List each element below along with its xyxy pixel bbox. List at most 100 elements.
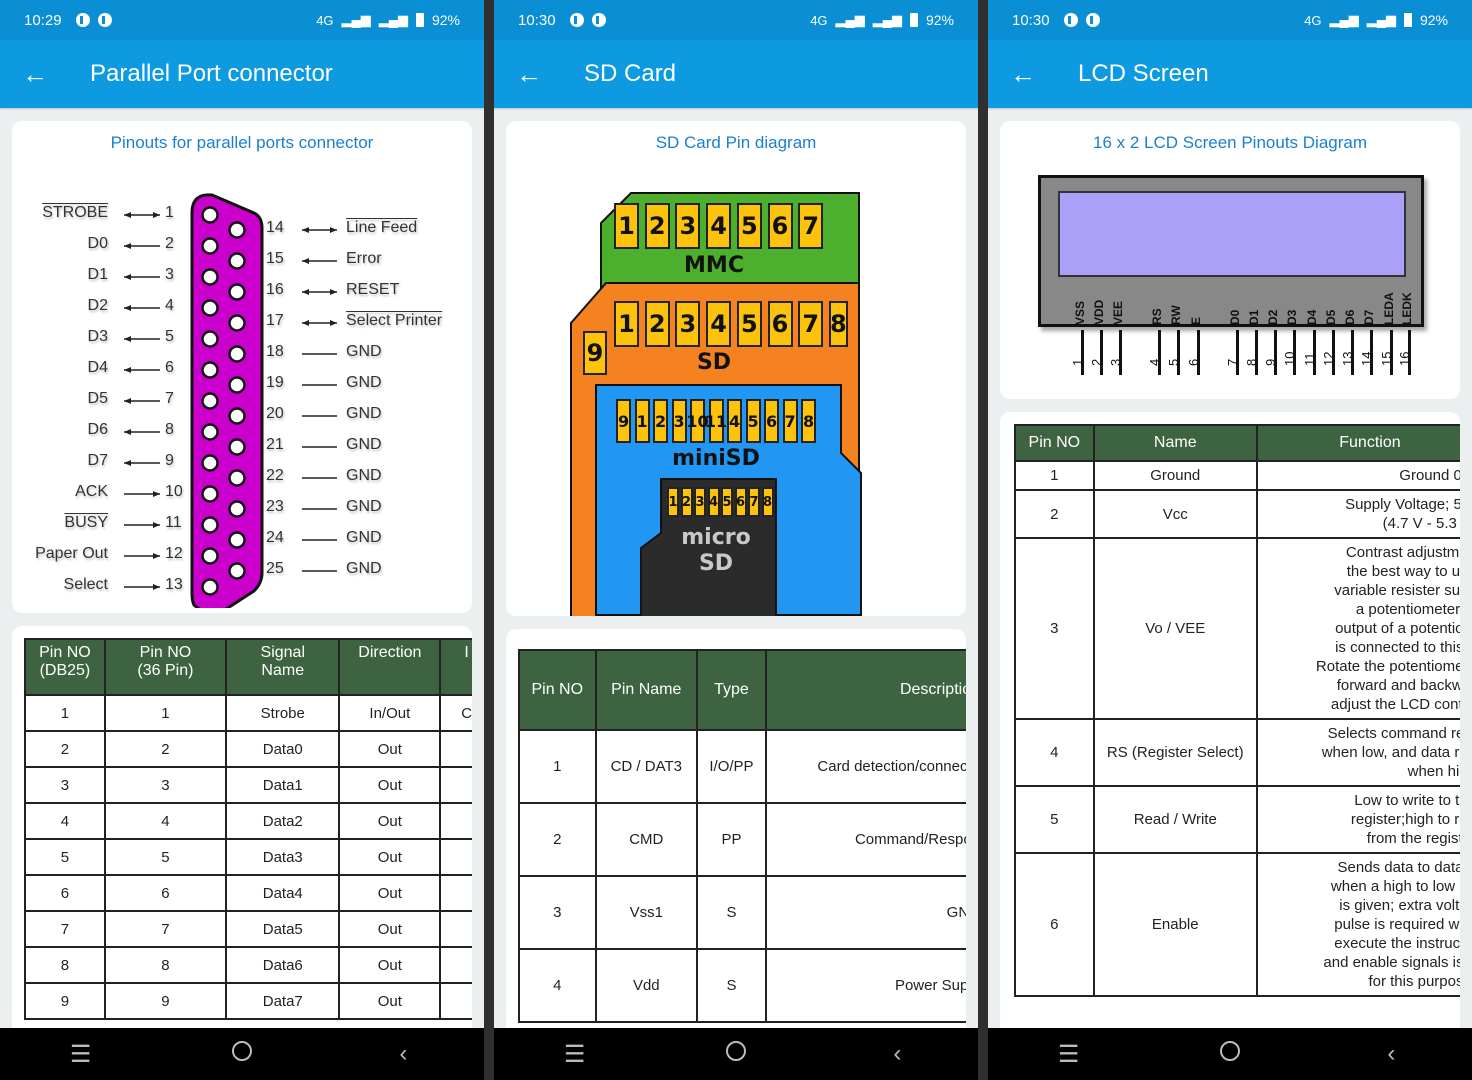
arrow-head: [124, 429, 131, 435]
table-cell: 5: [103, 838, 228, 876]
sd-pin: 7: [798, 203, 824, 249]
lcd-pin-label: VEE: [1111, 300, 1125, 325]
lcd-pin-leg: [1197, 330, 1200, 375]
notification-icon: [97, 13, 112, 27]
column-header: I: [439, 638, 472, 696]
arrow-head: [124, 212, 131, 218]
table-cell: 6: [103, 874, 228, 912]
back-icon[interactable]: ‹: [373, 1040, 433, 1068]
back-arrow-icon[interactable]: ←: [516, 61, 556, 87]
table-cell: Selects command regi when low, and data …: [1255, 718, 1460, 787]
pin-signal-label: GND: [346, 467, 382, 484]
table-cell: Strobe: [225, 694, 341, 732]
mmc-label: MMC: [684, 253, 744, 278]
phone-sd-card: 10:30 4G ▂▄▆ ▂▄▆ 92% ← SD Card SD Card P…: [494, 0, 978, 1080]
lcd-pin-number: 14: [1359, 351, 1374, 366]
diagram-card: SD Card Pin diagram 12345671234567899123…: [506, 121, 966, 616]
divider: [978, 0, 988, 1080]
home-button[interactable]: [1200, 1040, 1260, 1068]
sd-pin: 3: [675, 301, 701, 347]
status-bar: 10:29 4G ▂▄▆ ▂▄▆ 92%: [0, 0, 484, 40]
table-cell: C: [439, 694, 472, 732]
microsd-label-line2: SD: [698, 551, 734, 576]
battery-icon: [415, 13, 424, 27]
lcd-pin-leg: [1158, 330, 1161, 375]
table-header-row: Pin NOPin NameTypeDescription: [518, 649, 966, 731]
table-cell: [439, 838, 472, 876]
lcd-pin-number: 15: [1379, 351, 1394, 366]
pin-hole: [201, 454, 219, 472]
table-cell: 2: [518, 802, 597, 877]
column-header: Pin Name: [594, 649, 699, 731]
signal-icon: ▂▄▆: [835, 12, 865, 27]
table-cell: 2: [24, 730, 106, 768]
table-cell: 3: [24, 766, 106, 804]
notification-icon: [1063, 13, 1078, 27]
arrow-head: [302, 320, 309, 326]
lcd-pin-label: D3: [1285, 309, 1299, 325]
sd-pin: 4: [727, 399, 742, 443]
recents-icon[interactable]: ☰: [1039, 1040, 1099, 1069]
table-cell: S: [696, 948, 767, 1023]
lcd-pin-label: VSS: [1073, 300, 1087, 325]
lcd-pin-leg: [1236, 330, 1239, 375]
table-cell: Sends data to data p when a high to low …: [1255, 852, 1460, 997]
notification-icon: [591, 13, 606, 27]
pin-number: 21: [266, 436, 284, 453]
app-bar: ← SD Card: [494, 40, 978, 108]
lcd-diagram: VSS 1 VDD 2 VEE 3 RS 4 RW 5 E 6 D0 7 D1 8 D2 9 D3 10 D4 11 D5 1…: [1000, 153, 1460, 399]
parallel-port-diagram: STROBE 1 D0 2 D1 3 D2 4 D3 5 D4 6 D5 7 D6 8 D7 9 ACK 10 BUSY…: [12, 153, 472, 608]
arrow-head: [153, 522, 160, 528]
pin-hole: [201, 516, 219, 534]
lcd-pin-label: E: [1189, 316, 1203, 325]
pin-signal-label: Paper Out: [35, 545, 108, 562]
back-icon[interactable]: ‹: [1361, 1040, 1421, 1068]
signal-icon: ▂▄▆: [1366, 12, 1396, 27]
table-cell: 4: [103, 802, 228, 840]
back-arrow-icon[interactable]: ←: [22, 61, 62, 87]
back-arrow-icon[interactable]: ←: [1010, 61, 1050, 87]
arrow-head: [330, 289, 337, 295]
table-row: 1 CD / DAT3 I/O/PP Card detection/connecto: [518, 729, 966, 804]
arrow-head: [302, 289, 309, 295]
table-cell: 2: [103, 730, 228, 768]
table-row: 1GroundGround 0 V: [1014, 460, 1460, 491]
sd-pin: 6: [734, 487, 747, 517]
table-cell: [439, 946, 472, 984]
sd-pin: 6: [767, 301, 793, 347]
arrow-head: [302, 258, 309, 264]
signal-icon: ▂▄▆: [1329, 12, 1359, 27]
recents-icon[interactable]: ☰: [51, 1040, 111, 1069]
table-cell: [439, 910, 472, 948]
sd-pin: 1: [667, 487, 679, 517]
table-cell: 1: [103, 694, 228, 732]
table-row: 1 1 Strobe In/Out C: [24, 694, 472, 732]
home-button[interactable]: [706, 1040, 766, 1068]
lcd-pin-leg: [1177, 330, 1180, 375]
lcd-pin-label: RS: [1150, 308, 1164, 325]
pin-number: 10: [165, 483, 183, 500]
sd-pin: 11: [705, 399, 727, 443]
lcd-pin-number: 1: [1070, 358, 1085, 366]
diagram-title: Pinouts for parallel ports connector: [110, 133, 374, 152]
column-header: Pin NO (DB25): [24, 638, 106, 696]
table-cell: 4: [24, 802, 106, 840]
table-cell: Vdd: [594, 948, 699, 1023]
page-title: Parallel Port connector: [90, 60, 333, 87]
table-cell: [439, 802, 472, 840]
lcd-pin-leg: [1255, 330, 1258, 375]
pin-table: Pin NOPin NameTypeDescription 1CD / DAT3…: [518, 649, 966, 1023]
pin-hole: [228, 469, 246, 487]
content: 16 x 2 LCD Screen Pinouts Diagram VSS 1 VD…: [988, 108, 1472, 1028]
home-button[interactable]: [212, 1040, 272, 1068]
table-cell: 9: [103, 982, 228, 1020]
pin-signal-label: D5: [87, 390, 108, 407]
column-header: Direction: [338, 638, 442, 696]
pin-hole: [228, 283, 246, 301]
pin-hole: [201, 547, 219, 565]
sd-pin: 2: [644, 203, 670, 249]
sd-pin: 4: [706, 301, 732, 347]
recents-icon[interactable]: ☰: [545, 1040, 605, 1069]
sd-pin: 2: [653, 399, 668, 443]
back-icon[interactable]: ‹: [867, 1040, 927, 1068]
